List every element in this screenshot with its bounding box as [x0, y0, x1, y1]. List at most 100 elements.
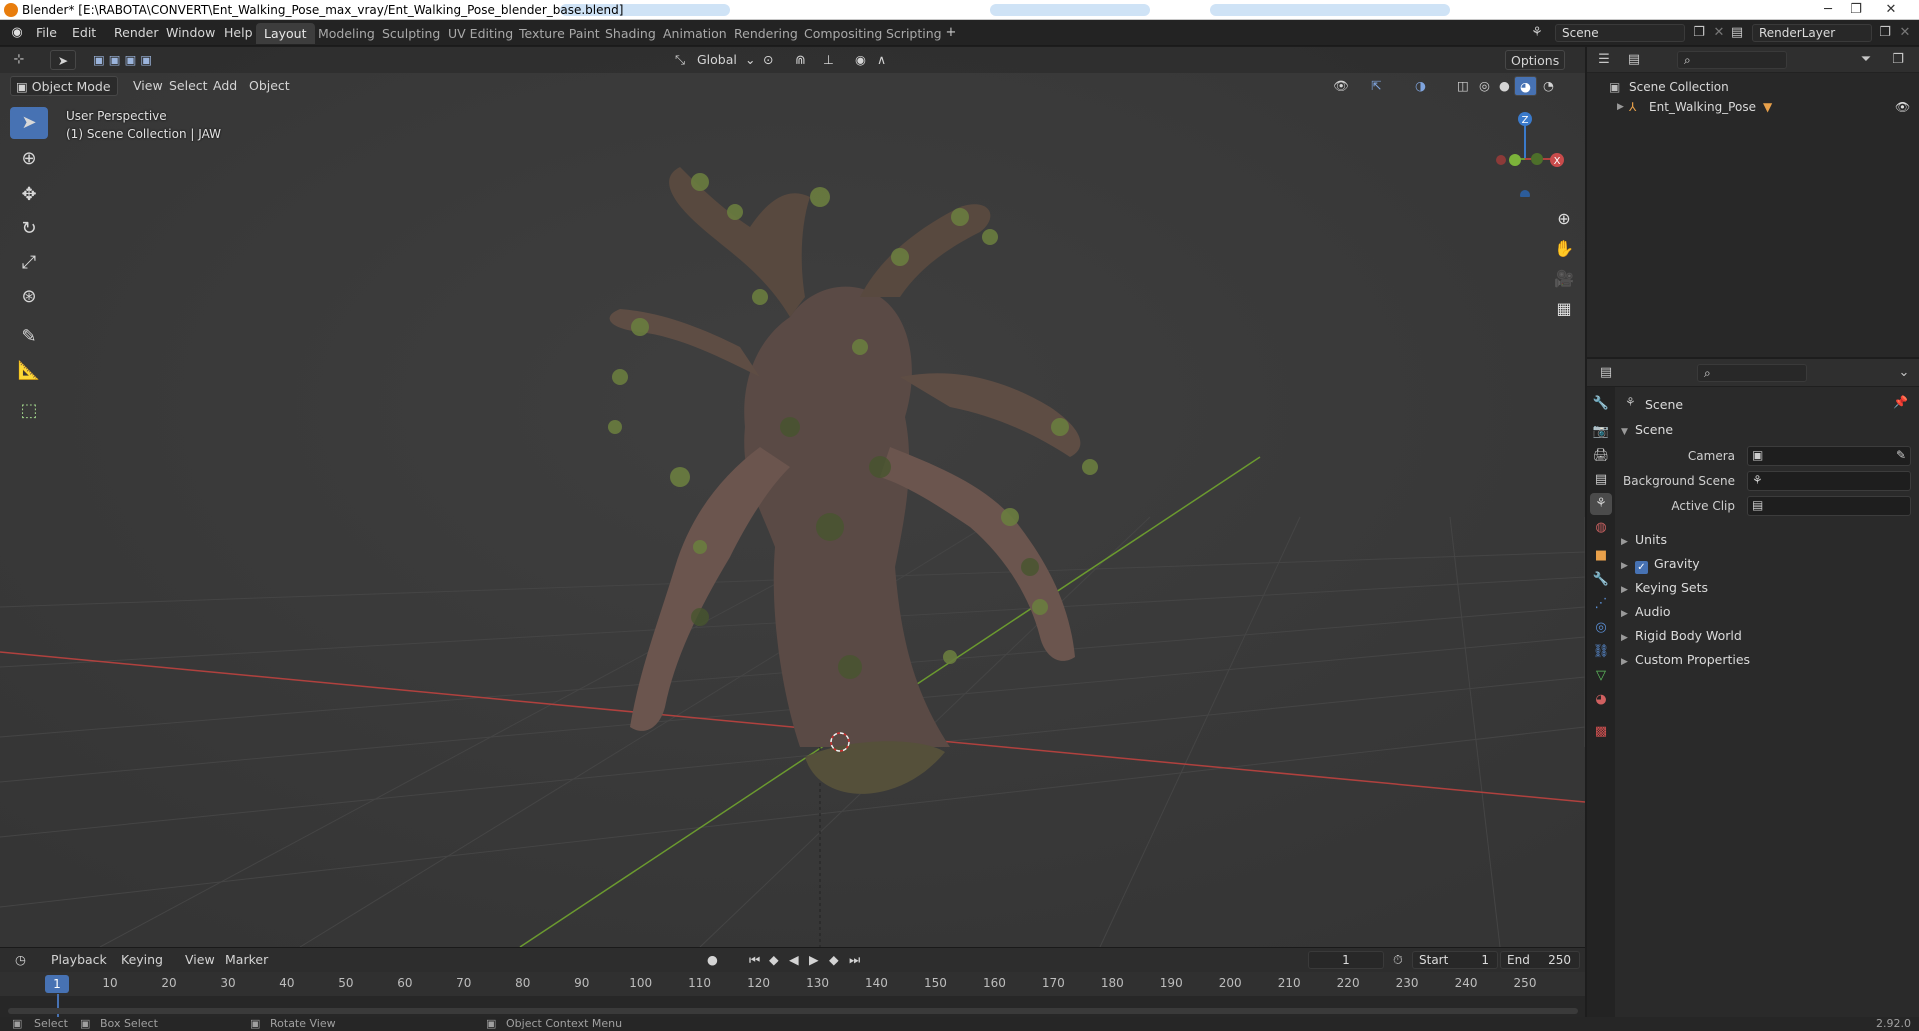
pin-icon[interactable]: 📌	[1893, 395, 1908, 409]
play-icon[interactable]: ▶	[804, 950, 824, 970]
annotate-tool-icon[interactable]: ✎	[10, 321, 48, 353]
scene-tab-icon[interactable]: ⚘	[1590, 493, 1612, 515]
solid-shading-icon[interactable]: ●	[1494, 76, 1515, 96]
record-icon[interactable]: ●	[702, 950, 723, 970]
neg-y-axis-gizmo[interactable]	[1531, 153, 1543, 165]
menu-playback[interactable]: Playback	[46, 950, 112, 970]
menu-marker[interactable]: Marker	[220, 950, 273, 970]
visibility-icon[interactable]: 👁	[1328, 76, 1354, 96]
next-keyframe-icon[interactable]: ◆	[824, 950, 844, 970]
properties-editor-icon[interactable]: ▤	[1595, 363, 1617, 383]
close-button[interactable]: ✕	[1880, 0, 1902, 19]
view-layer-icon[interactable]: ▤	[1726, 23, 1748, 43]
keying-sets-panel[interactable]: ▶ Keying Sets	[1621, 577, 1917, 599]
transform-orientation-select[interactable]: Global	[692, 50, 742, 70]
custom-properties-panel[interactable]: ▶ Custom Properties	[1621, 649, 1917, 671]
options-dropdown[interactable]: Options	[1505, 50, 1566, 70]
new-collection-icon[interactable]: ❐	[1887, 50, 1909, 70]
modifier-tab-icon[interactable]: 🔧	[1590, 569, 1612, 591]
y-axis-gizmo[interactable]	[1509, 154, 1521, 166]
menu-add[interactable]: Add	[208, 76, 242, 96]
background-scene-field[interactable]: ⚘	[1747, 471, 1911, 491]
select-mode-icon[interactable]: ➤	[50, 50, 76, 70]
properties-search-input[interactable]: ⌕	[1697, 364, 1807, 382]
menu-help[interactable]: Help	[218, 23, 259, 43]
gravity-panel[interactable]: ▶ ✓ Gravity	[1621, 553, 1917, 575]
rigid-body-world-panel[interactable]: ▶ Rigid Body World	[1621, 625, 1917, 647]
gizmo-toggle-icon[interactable]: ⇱	[1366, 76, 1386, 96]
scene-icon[interactable]: ⚘	[1526, 23, 1548, 43]
add-cube-tool-icon[interactable]: ⬚	[10, 395, 48, 427]
render-tab-icon[interactable]: 📷	[1590, 421, 1612, 443]
minimize-button[interactable]: ─	[1817, 0, 1839, 19]
tool-tab-icon[interactable]: 🔧	[1590, 393, 1612, 415]
texture-tab-icon[interactable]: ▩	[1590, 721, 1612, 743]
tab-sculpting[interactable]: Sculpting	[374, 23, 448, 44]
camera-field[interactable]: ▣ ✎	[1747, 446, 1911, 466]
current-frame-field[interactable]: 1	[1308, 951, 1384, 969]
neg-x-axis-gizmo[interactable]	[1496, 155, 1506, 165]
timeline-editor-icon[interactable]: ◷	[10, 950, 31, 970]
measure-tool-icon[interactable]: 📐	[10, 355, 48, 387]
end-frame-field[interactable]: End 250	[1500, 951, 1580, 969]
tab-texture-paint[interactable]: Texture Paint	[511, 23, 608, 44]
camera-view-icon[interactable]: 🎥	[1550, 265, 1578, 293]
move-tool-icon[interactable]: ✥	[10, 179, 48, 211]
cursor-tool-icon[interactable]: ⊕	[10, 143, 48, 175]
outliner-scene-collection[interactable]: ▣ Scene Collection	[1587, 77, 1919, 97]
prev-keyframe-icon[interactable]: ◆	[764, 950, 784, 970]
material-tab-icon[interactable]: ◕	[1590, 689, 1612, 711]
selection-modes-icon[interactable]: ▣ ▣ ▣ ▣	[88, 50, 157, 70]
audio-panel[interactable]: ▶ Audio	[1621, 601, 1917, 623]
navigation-gizmo[interactable]: Z X	[1480, 107, 1570, 197]
tab-rendering[interactable]: Rendering	[726, 23, 806, 44]
transform-tool-icon[interactable]: ⊛	[10, 281, 48, 313]
scene-selector[interactable]: Scene	[1555, 24, 1685, 42]
select-box-tool-icon[interactable]: ➤	[10, 107, 48, 139]
3d-viewport[interactable]: ⊹ ➤ ▣ ▣ ▣ ▣ ⤡ Global ⌄ ⊙ ⋒ ⊥ ◉ ∧ Options…	[0, 47, 1585, 947]
new-view-layer-icon[interactable]: ❐	[1874, 23, 1896, 43]
eyedropper-icon[interactable]: ✎	[1896, 448, 1906, 462]
tab-modeling[interactable]: Modeling	[310, 23, 383, 44]
menu-render[interactable]: Render	[108, 23, 165, 43]
blender-menu-icon[interactable]: ◉	[6, 23, 28, 43]
snap-target-icon[interactable]: ⊥	[818, 50, 839, 70]
wireframe-shading-icon[interactable]: ◎	[1474, 76, 1495, 96]
xray-icon[interactable]: ◫	[1452, 76, 1474, 96]
add-workspace-icon[interactable]: +	[940, 23, 962, 43]
transform-orientation-icon[interactable]: ⤡	[670, 50, 690, 70]
menu-edit[interactable]: Edit	[66, 23, 102, 43]
gravity-checkbox[interactable]: ✓	[1635, 561, 1648, 574]
particles-tab-icon[interactable]: ⋰	[1590, 593, 1612, 615]
menu-window[interactable]: Window	[160, 23, 221, 43]
active-clip-field[interactable]: ▤	[1747, 496, 1911, 516]
data-tab-icon[interactable]: ▽	[1590, 665, 1612, 687]
start-frame-field[interactable]: Start 1	[1412, 951, 1498, 969]
scale-tool-icon[interactable]: ⤢	[10, 247, 48, 279]
snap-icon[interactable]: ⋒	[790, 50, 810, 70]
falloff-icon[interactable]: ∧	[872, 50, 891, 70]
tab-animation[interactable]: Animation	[655, 23, 735, 44]
maximize-button[interactable]: ❐	[1845, 0, 1867, 19]
editor-type-icon[interactable]: ⊹	[8, 50, 30, 70]
outliner-editor-icon[interactable]: ☰	[1593, 50, 1615, 70]
neg-z-axis-gizmo[interactable]	[1520, 190, 1530, 197]
jump-start-icon[interactable]: ⏮	[744, 950, 765, 970]
physics-tab-icon[interactable]: ◎	[1590, 617, 1612, 639]
delete-view-layer-icon[interactable]: ✕	[1894, 23, 1916, 43]
object-tab-icon[interactable]: ■	[1590, 545, 1612, 567]
play-reverse-icon[interactable]: ◀	[784, 950, 804, 970]
tab-scripting[interactable]: Scripting	[878, 23, 950, 44]
constraints-tab-icon[interactable]: ⛓	[1590, 641, 1612, 663]
proportional-edit-icon[interactable]: ◉	[850, 50, 871, 70]
tab-layout[interactable]: Layout	[256, 23, 315, 44]
ortho-grid-icon[interactable]: ▦	[1550, 295, 1578, 323]
chevron-down-icon[interactable]: ⌄	[1893, 363, 1915, 383]
clock-icon[interactable]: ⏱	[1388, 950, 1408, 970]
menu-view[interactable]: View	[128, 76, 168, 96]
view-layer-selector[interactable]: RenderLayer	[1752, 24, 1872, 42]
pan-hand-icon[interactable]: ✋	[1550, 235, 1578, 263]
timeline-scrollbar[interactable]	[8, 1008, 1578, 1014]
tab-uv-editing[interactable]: UV Editing	[440, 23, 521, 44]
units-panel[interactable]: ▶ Units	[1621, 529, 1917, 551]
